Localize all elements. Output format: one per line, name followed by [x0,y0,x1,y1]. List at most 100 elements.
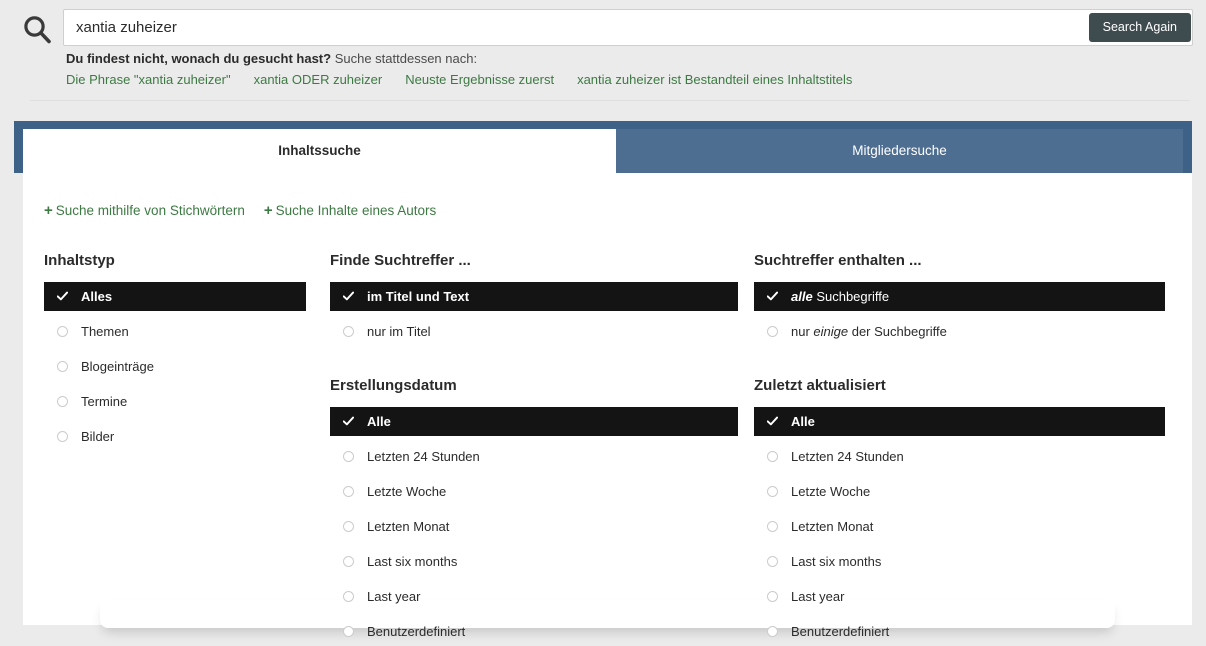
option-created-lastyear[interactable]: Last year [330,581,738,611]
option-label: Letzten Monat [367,518,450,534]
option-label: Last year [367,588,421,604]
option-updated-last24h[interactable]: Letzten 24 Stunden [754,441,1165,471]
group-title-finde-suchtreffer: Finde Suchtreffer ... [330,252,471,269]
radio-icon [767,450,778,462]
option-inhaltstyp-alles[interactable]: Alles [44,282,306,311]
add-keyword-search-label: Suche mithilfe von Stichwörtern [55,203,245,218]
option-created-lastmonth[interactable]: Letzten Monat [330,511,738,541]
option-updated-lastyear[interactable]: Last year [754,581,1165,611]
group-title-erstellungsdatum: Erstellungsdatum [330,377,457,394]
option-created-lastsixmonths[interactable]: Last six months [330,546,738,576]
plus-icon: + [44,202,53,219]
radio-icon [767,590,778,602]
radio-icon [767,555,778,567]
option-label: Termine [81,393,128,409]
check-icon [767,291,778,302]
option-created-alle[interactable]: Alle [330,407,738,436]
search-row: Search Again [0,9,1206,46]
option-inhaltstyp-blogeintraege[interactable]: Blogeinträge [44,351,306,381]
check-icon [343,416,354,427]
radio-icon [767,520,778,532]
suggestion-link-newest[interactable]: Neuste Ergebnisse zuerst [405,72,554,87]
suggestion-prompt-rest: Suche stattdessen nach: [331,51,478,66]
filter-group-inhaltstyp: Inhaltstyp Alles Themen Blogeinträge Ter… [44,252,306,451]
radio-icon [343,450,354,462]
option-updated-lastsixmonths[interactable]: Last six months [754,546,1165,576]
radio-icon [57,325,68,337]
option-created-lastweek[interactable]: Letzte Woche [330,476,738,506]
tab-inhaltssuche[interactable]: Inhaltssuche [23,129,616,173]
filter-group-erstellungsdatum: Erstellungsdatum Alle Letzten 24 Stunden… [330,377,738,646]
option-label: Alles [81,289,113,304]
radio-icon [343,520,354,532]
option-label: Letzten Monat [791,518,874,534]
option-created-last24h[interactable]: Letzten 24 Stunden [330,441,738,471]
option-terms-some[interactable]: nur einige der Suchbegriffe [754,316,1165,346]
add-author-search-link[interactable]: + Suche Inhalte eines Autors [263,202,437,219]
option-updated-custom[interactable]: Benutzerdefiniert [754,616,1165,646]
radio-icon [767,325,778,337]
option-label: Letzten 24 Stunden [791,448,904,464]
filter-column-terms-and-updated: Suchtreffer enthalten ... alle Suchbegri… [754,252,1165,646]
option-label: Themen [81,323,129,339]
radio-icon [343,590,354,602]
suggestion-prompt: Du findest nicht, wonach du gesucht hast… [66,51,852,69]
option-match-title-and-text[interactable]: im Titel und Text [330,282,738,311]
plus-icon: + [263,202,273,219]
filter-column-match-and-created: Finde Suchtreffer ... im Titel und Text … [330,252,738,646]
radio-icon [343,325,354,337]
option-inhaltstyp-themen[interactable]: Themen [44,316,306,346]
option-label: Bilder [81,428,115,444]
option-label: Last year [791,588,845,604]
option-label: nur im Titel [367,323,431,339]
filter-group-finde-suchtreffer: Finde Suchtreffer ... im Titel und Text … [330,252,738,346]
radio-icon [343,555,354,567]
option-label: Benutzerdefiniert [367,623,466,639]
radio-icon [343,625,354,637]
option-updated-alle[interactable]: Alle [754,407,1165,436]
suggestion-links: Die Phrase "xantia zuheizer" xantia ODER … [66,72,852,91]
option-created-custom[interactable]: Benutzerdefiniert [330,616,738,646]
filter-group-zuletzt-aktualisiert: Zuletzt aktualisiert Alle Letzten 24 Stu… [754,377,1165,646]
search-input[interactable] [63,9,1193,46]
option-updated-lastmonth[interactable]: Letzten Monat [754,511,1165,541]
radio-icon [767,625,778,637]
option-inhaltstyp-termine[interactable]: Termine [44,386,306,416]
group-title-inhaltstyp: Inhaltstyp [44,252,115,269]
suggestion-link-title[interactable]: xantia zuheizer ist Bestandteil eines In… [577,72,852,87]
option-label: Benutzerdefiniert [791,623,890,639]
option-label: Blogeinträge [81,358,154,374]
option-inhaltstyp-bilder[interactable]: Bilder [44,421,306,451]
add-author-search-label: Suche Inhalte eines Autors [275,203,437,218]
group-title-zuletzt-aktualisiert: Zuletzt aktualisiert [754,377,886,394]
tab-mitgliedersuche[interactable]: Mitgliedersuche [616,129,1183,173]
check-icon [343,291,354,302]
suggestion-question: Du findest nicht, wonach du gesucht hast… [66,51,332,66]
radio-icon [767,485,778,497]
quick-filter-links: + Suche mithilfe von Stichwörtern + Suche I… [44,202,455,222]
add-keyword-search-link[interactable]: + Suche mithilfe von Stichwörtern [44,202,245,219]
suggestion-link-or[interactable]: xantia ODER zuheizer [254,72,383,87]
radio-icon [57,395,68,407]
option-label: Letzte Woche [367,483,447,499]
check-icon [767,416,778,427]
option-label: Letzten 24 Stunden [367,448,480,464]
search-again-button[interactable]: Search Again [1088,13,1191,42]
check-icon [57,291,68,302]
header-divider [30,100,1190,101]
option-updated-lastweek[interactable]: Letzte Woche [754,476,1165,506]
suggestion-link-phrase[interactable]: Die Phrase "xantia zuheizer" [66,72,231,87]
search-header: Search Again Du findest nicht, wonach du… [0,0,1206,101]
filter-group-suchtreffer-enthalten: Suchtreffer enthalten ... alle Suchbegri… [754,252,1165,346]
tab-bar: Inhaltssuche Mitgliedersuche [14,121,1192,173]
radio-icon [343,485,354,497]
option-label: Last six months [791,553,882,569]
search-icon [22,14,52,44]
group-title-suchtreffer-enthalten: Suchtreffer enthalten ... [754,252,922,269]
search-suggestions: Du findest nicht, wonach du gesucht hast… [66,51,852,91]
option-label: alle Suchbegriffe [791,289,890,304]
option-label: Alle [791,414,815,429]
filter-column-content-type: Inhaltstyp Alles Themen Blogeinträge Ter… [44,252,306,451]
option-terms-all[interactable]: alle Suchbegriffe [754,282,1165,311]
option-match-title-only[interactable]: nur im Titel [330,316,738,346]
